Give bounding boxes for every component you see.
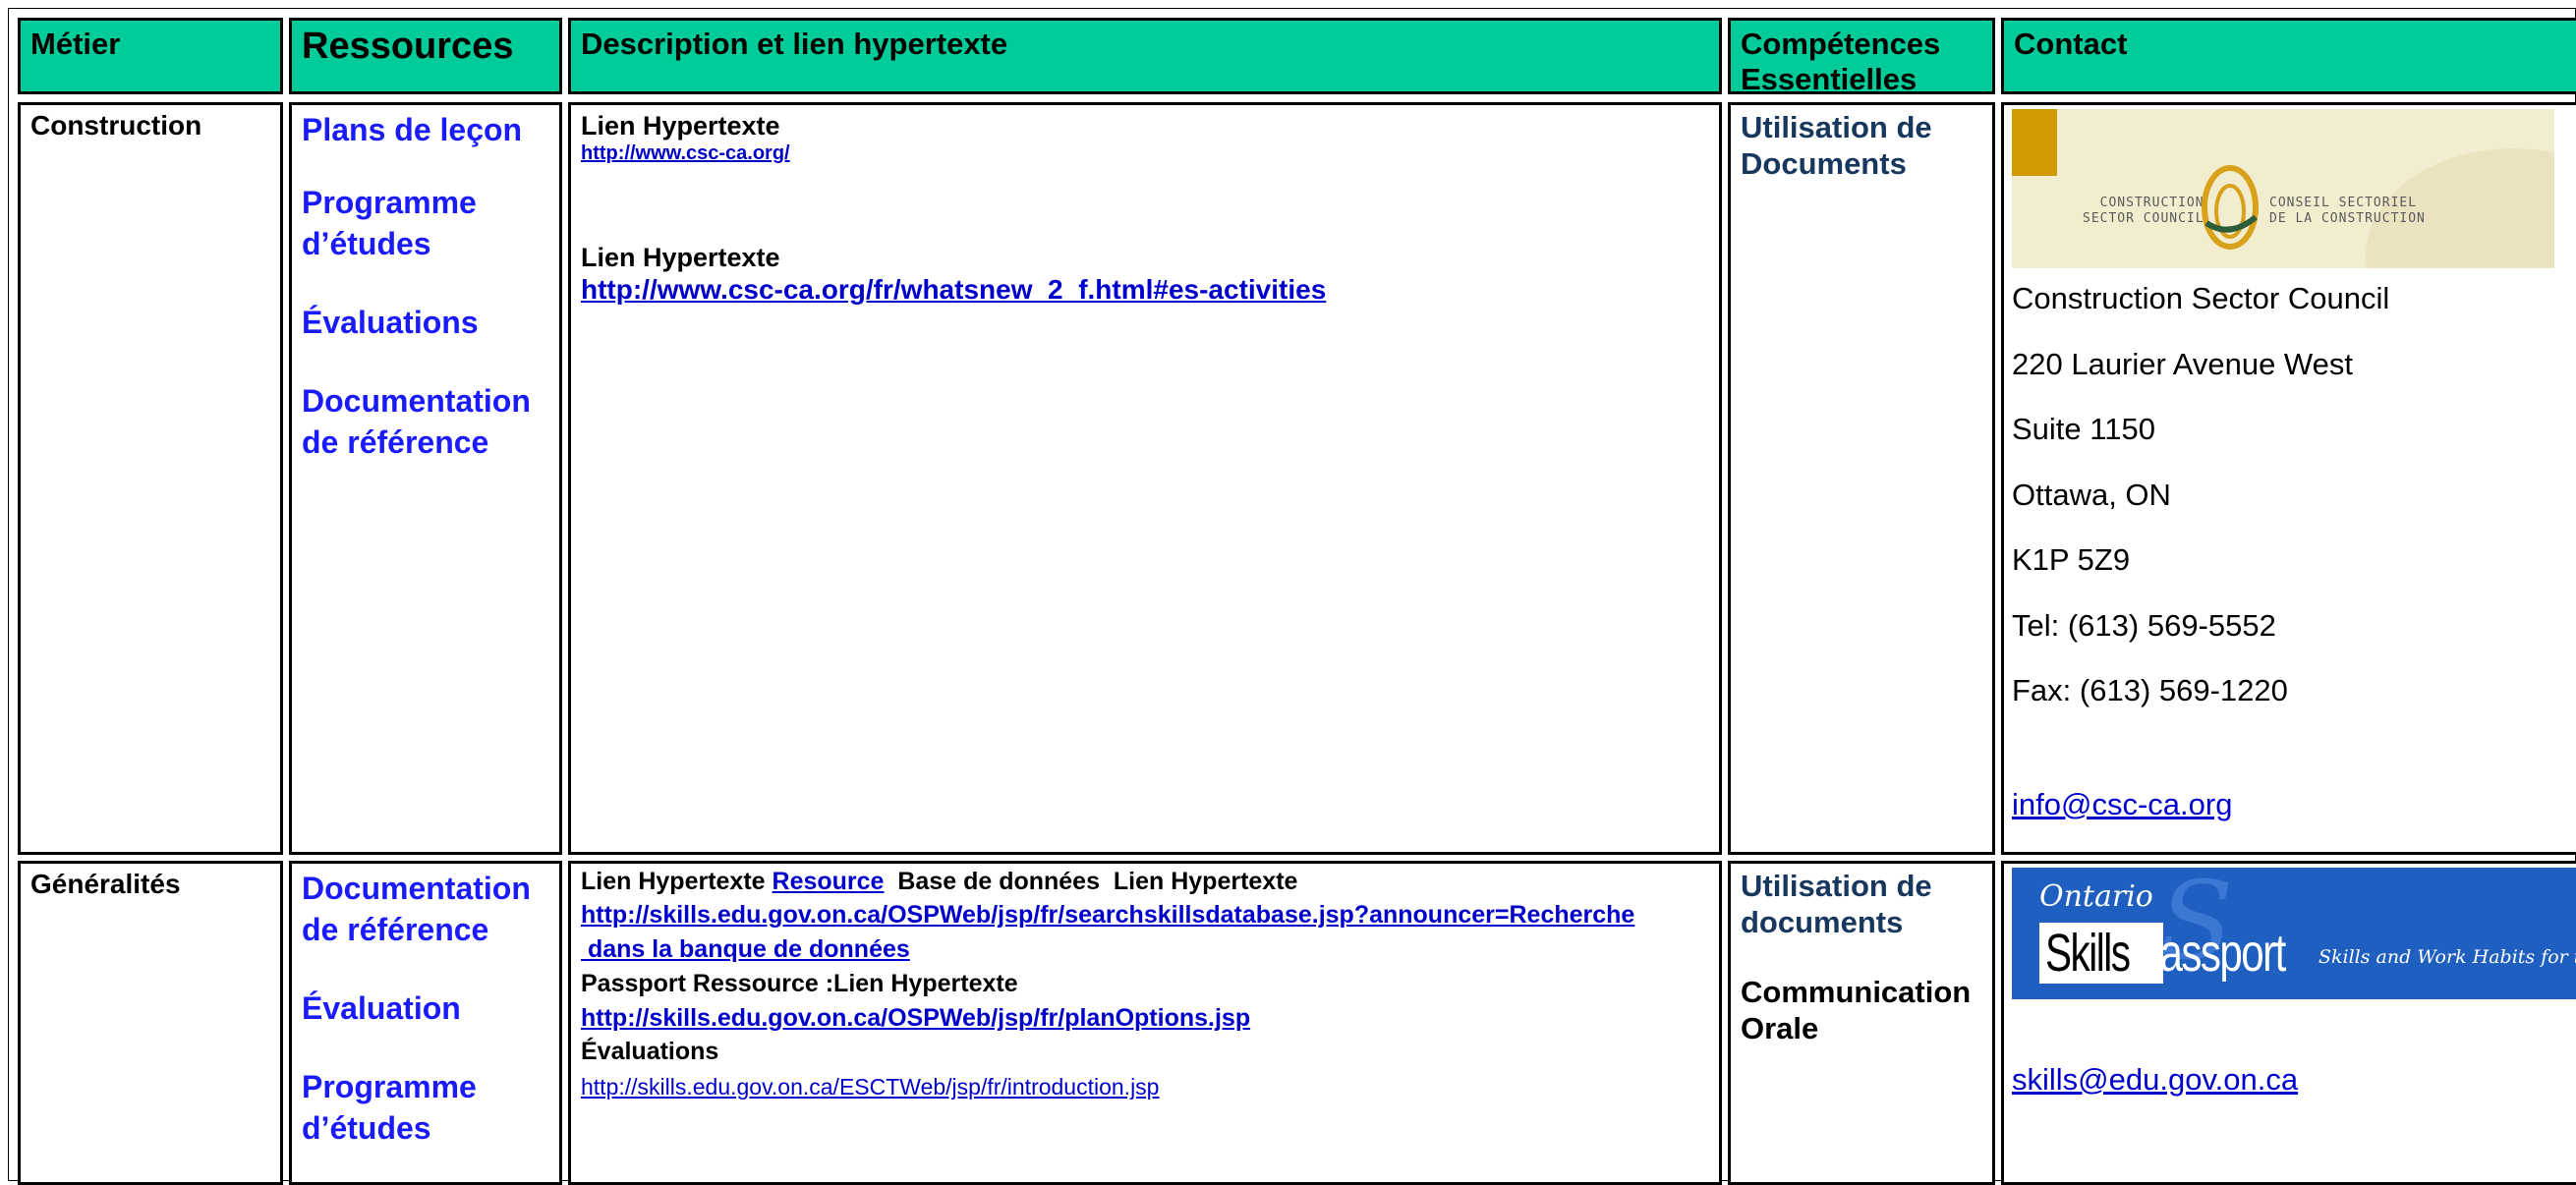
skills-passport-ontario: Ontario — [2039, 879, 2153, 914]
resource-link-programme-line1[interactable]: Programme — [302, 1066, 531, 1107]
row1-link-label-2: Lien Hypertexte — [581, 243, 780, 272]
csc-logo-right-line1: CONSEIL SECTORIEL — [2269, 196, 2418, 210]
csc-logo-left-line1: CONSTRUCTION — [2099, 196, 2204, 210]
contact-tel: Tel: (613) 569-5552 — [2012, 607, 2276, 643]
row2-contact-email-link[interactable]: skills@edu.gov.on.ca — [2012, 1062, 2298, 1098]
row1-contact-email-link[interactable]: info@csc-ca.org — [2012, 787, 2232, 822]
row2-line2: Passport Ressource :Lien Hypertexte — [581, 970, 1018, 997]
row2-line1: Lien Hypertexte Resource Base de données… — [581, 868, 1297, 896]
row2-line1-rest: Base de données Lien Hypertexte — [884, 868, 1298, 895]
row1-description-cell: Lien Hypertexte http://www.csc-ca.org/ L… — [568, 102, 1722, 855]
row1-competence-line2: Documents — [1741, 146, 1907, 181]
row2-metier-cell: Généralités — [18, 861, 283, 1185]
resource-link-programme-line2[interactable]: d’études — [302, 1107, 531, 1149]
row2-metier-label: Généralités — [30, 869, 181, 899]
header-competences-line2: Essentielles — [1741, 62, 1918, 96]
resource-link-plans-de-lecon[interactable]: Plans de leçon — [302, 109, 531, 150]
contact-city: Ottawa, ON — [2012, 477, 2171, 512]
resource-link-documentation-line2[interactable]: de référence — [302, 422, 531, 463]
row2-resources-list: Documentation de référence Évaluation Pr… — [302, 868, 531, 1149]
header-description-label: Description et lien hypertexte — [581, 27, 1008, 61]
row2-url-1-line2[interactable]: dans la banque de données — [581, 935, 910, 964]
skills-passport-logo: S Ontario Skills Passport Skills and Wor… — [2012, 868, 2576, 999]
row2-line1-label: Lien Hypertexte — [581, 868, 773, 895]
row1-resources-cell: Plans de leçon Programme d’études Évalua… — [289, 102, 562, 855]
row2-contact-cell: S Ontario Skills Passport Skills and Wor… — [2001, 861, 2576, 1185]
row1-contact-address: Construction Sector Council 220 Laurier … — [2012, 266, 2389, 724]
header-cell-description: Description et lien hypertexte — [568, 18, 1722, 94]
row2-competence-util-line1: Utilisation de — [1741, 869, 1932, 903]
row2-line3: Évaluations — [581, 1038, 719, 1065]
resource-link-programme-line1[interactable]: Programme — [302, 182, 531, 223]
row2-competence-utilisation: Utilisation de documents — [1741, 868, 1932, 940]
row2-competence-util-line2: documents — [1741, 905, 1904, 939]
csc-logo: CONSTRUCTION SECTOR COUNCIL CONSEIL SECT… — [2012, 109, 2554, 268]
row1-resources-list: Plans de leçon Programme d’études Évalua… — [302, 109, 531, 463]
resource-link-evaluations[interactable]: Évaluations — [302, 302, 531, 343]
skills-passport-tagline: Skills and Work Habits for the Workplace — [2318, 946, 2576, 968]
row1-metier-label: Construction — [30, 110, 202, 141]
row2-competence-comm-line1: Communication — [1741, 975, 1972, 1009]
skills-passport-skills-word: Skills — [2045, 924, 2131, 983]
row1-competence-utilisation: Utilisation de Documents — [1741, 109, 1932, 182]
csc-logo-left-text: CONSTRUCTION SECTOR COUNCIL — [2083, 196, 2204, 227]
header-cell-competences: Compétences Essentielles — [1728, 18, 1995, 97]
csc-logo-emblem-icon — [2202, 165, 2259, 250]
csc-logo-right-line2: DE LA CONSTRUCTION — [2269, 211, 2426, 226]
header-cell-ressources: Ressources — [289, 18, 562, 94]
header-ressources-label: Ressources — [302, 26, 514, 67]
row2-url-1-line1[interactable]: http://skills.edu.gov.on.ca/OSPWeb/jsp/f… — [581, 901, 1634, 930]
header-competences-line1: Compétences — [1741, 27, 1941, 61]
contact-postal: K1P 5Z9 — [2012, 542, 2131, 577]
row2-description-cell: Lien Hypertexte Resource Base de données… — [568, 861, 1722, 1185]
row2-competences-cell: Utilisation de documents Communication O… — [1728, 861, 1995, 1185]
header-competences-label: Compétences Essentielles — [1741, 27, 1940, 97]
header-metier-label: Métier — [30, 27, 121, 61]
contact-fax: Fax: (613) 569-1220 — [2012, 673, 2288, 707]
resource-link-documentation-line1[interactable]: Documentation — [302, 380, 531, 422]
row2-competence-communication: Communication Orale — [1741, 974, 1971, 1046]
row2-url-3[interactable]: http://skills.edu.gov.on.ca/ESCTWeb/jsp/… — [581, 1074, 1159, 1100]
resource-link-documentation-line1[interactable]: Documentation — [302, 868, 531, 909]
header-cell-metier: Métier — [18, 18, 283, 94]
resource-link-documentation-line2[interactable]: de référence — [302, 909, 531, 950]
contact-name: Construction Sector Council — [2012, 281, 2390, 315]
row2-url-2[interactable]: http://skills.edu.gov.on.ca/OSPWeb/jsp/f… — [581, 1004, 1250, 1033]
csc-logo-left-line2: SECTOR COUNCIL — [2083, 211, 2204, 226]
row2-resources-cell: Documentation de référence Évaluation Pr… — [289, 861, 562, 1185]
row1-metier-cell: Construction — [18, 102, 283, 855]
header-cell-contact: Contact — [2001, 18, 2576, 94]
row1-url-1[interactable]: http://www.csc-ca.org/ — [581, 142, 790, 165]
row2-competence-comm-line2: Orale — [1741, 1011, 1819, 1045]
row1-competence-line1: Utilisation de — [1741, 110, 1932, 144]
row1-url-2[interactable]: http://www.csc-ca.org/fr/whatsnew_2_f.ht… — [581, 274, 1326, 306]
resource-link-programme-line2[interactable]: d’études — [302, 223, 531, 264]
csc-logo-gold-square — [2012, 109, 2057, 176]
contact-street: 220 Laurier Avenue West — [2012, 346, 2353, 381]
row1-competences-cell: Utilisation de Documents — [1728, 102, 1995, 855]
row1-contact-cell: CONSTRUCTION SECTOR COUNCIL CONSEIL SECT… — [2001, 102, 2576, 855]
skills-passport-passport-word: Passport — [2134, 924, 2286, 983]
contact-suite: Suite 1150 — [2012, 412, 2155, 446]
csc-logo-right-text: CONSEIL SECTORIEL DE LA CONSTRUCTION — [2269, 196, 2426, 227]
resource-inline-link[interactable]: Resource — [773, 868, 885, 895]
resource-link-evaluation[interactable]: Évaluation — [302, 988, 531, 1029]
row1-link-label-1: Lien Hypertexte — [581, 111, 780, 141]
header-contact-label: Contact — [2014, 27, 2128, 61]
